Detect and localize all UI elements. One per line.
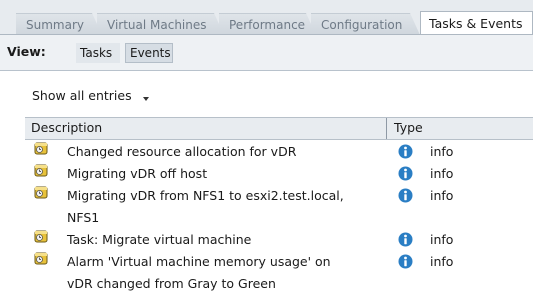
view-events-button[interactable]: Events [125,43,173,63]
tab-virtual-machines[interactable]: Virtual Machines [97,13,224,35]
info-icon [398,254,413,269]
table-row[interactable]: Migrating vDR off host info [25,163,533,185]
table-row[interactable]: Alarm 'Virtual machine memory usage' on … [25,251,533,295]
show-all-entries-dropdown[interactable]: Show all entries [32,88,132,103]
table-header: Description Type [25,117,533,140]
table-row[interactable]: Migrating vDR from NFS1 to esxi2.test.lo… [25,185,533,229]
info-icon [398,232,413,247]
tab-tasks-events[interactable]: Tasks & Events [420,11,533,35]
event-icon [34,230,48,243]
event-type: info [430,144,454,159]
column-resize-handle[interactable] [386,118,387,139]
event-type: info [430,232,454,247]
column-header-type[interactable]: Type [394,120,423,135]
column-header-description[interactable]: Description [31,120,102,135]
event-icon [34,186,48,199]
event-type: info [430,166,454,181]
view-label: View: [7,44,46,59]
tab-strip: Summary Virtual Machines Performance Con… [0,0,533,35]
event-description: Changed resource allocation for vDR [67,144,297,159]
event-icon [34,252,48,265]
tab-performance[interactable]: Performance [219,13,316,35]
view-tasks-button[interactable]: Tasks [76,43,120,63]
event-icon [34,164,48,177]
event-description: Migrating vDR from NFS1 to esxi2.test.lo… [67,188,344,225]
tab-summary[interactable]: Summary [16,13,102,35]
table-row[interactable]: Changed resource allocation for vDR info [25,141,533,163]
event-type: info [430,254,454,269]
event-description: Task: Migrate virtual machine [67,232,252,247]
event-type: info [430,188,454,203]
view-toolbar: View: Tasks Events [0,35,533,71]
info-icon [398,166,413,181]
table-row[interactable]: Task: Migrate virtual machine info [25,229,533,251]
event-description: Migrating vDR off host [67,166,208,181]
tab-configuration[interactable]: Configuration [311,13,420,35]
info-icon [398,144,413,159]
event-icon [34,142,48,155]
info-icon [398,188,413,203]
chevron-down-icon[interactable] [143,97,149,101]
event-description: Alarm 'Virtual machine memory usage' on … [67,254,331,291]
